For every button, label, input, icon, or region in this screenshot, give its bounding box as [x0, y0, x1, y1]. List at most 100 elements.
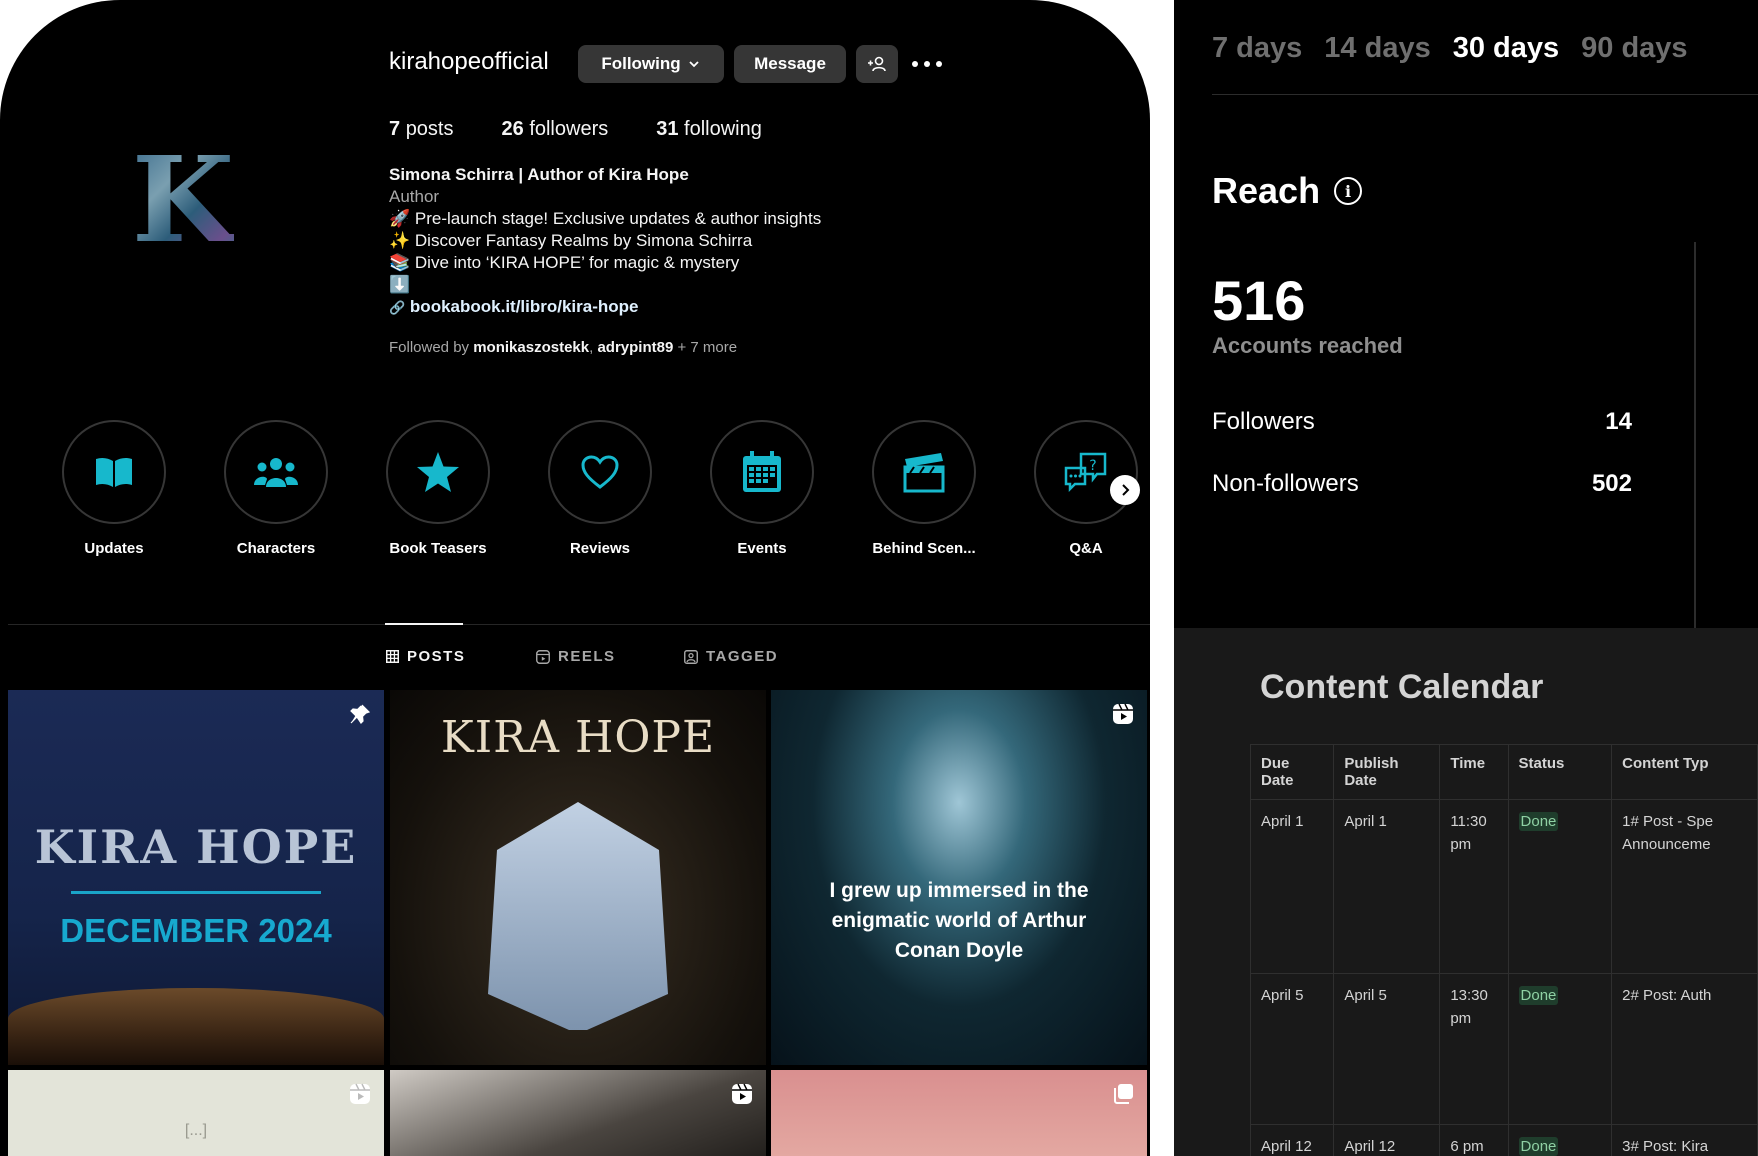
- column-header[interactable]: Due Date: [1249, 744, 1335, 800]
- avatar-letter: K: [131, 130, 235, 269]
- reel-icon: [730, 1082, 754, 1106]
- range-tab-30-days[interactable]: 30 days: [1453, 32, 1559, 65]
- tab-reels[interactable]: REELS: [536, 648, 616, 665]
- highlight-label: Characters: [236, 540, 316, 557]
- metric-non-followers: Non-followers 502: [1212, 470, 1632, 498]
- profile-username: kirahopeofficial: [389, 48, 549, 75]
- post-thumbnail[interactable]: KIRA HOPE DECEMBER 2024: [8, 690, 384, 1065]
- tagged-icon: [684, 649, 698, 664]
- cell-status[interactable]: Done: [1507, 1124, 1613, 1156]
- column-header[interactable]: Status: [1507, 744, 1613, 800]
- insights-divider: [1212, 94, 1758, 95]
- range-tab-7-days[interactable]: 7 days: [1212, 32, 1302, 65]
- accounts-reached-value: 516: [1212, 269, 1306, 332]
- highlight-behind-scenes[interactable]: Behind Scen...: [872, 420, 976, 557]
- reach-heading: Reach i: [1212, 170, 1363, 212]
- suggest-users-button[interactable]: [856, 45, 898, 83]
- highlight-events[interactable]: Events: [710, 420, 814, 557]
- content-calendar-panel: Content Calendar Due Date Publish Date T…: [1174, 628, 1758, 1156]
- post-thumbnail[interactable]: KIRA HOPE: [390, 690, 766, 1065]
- post-thumbnail[interactable]: [390, 1070, 766, 1156]
- following-count[interactable]: 31 following: [656, 118, 762, 141]
- cell-content-type[interactable]: 3# Post: Kira: [1611, 1124, 1758, 1156]
- tabs-divider: [8, 624, 1150, 625]
- cell-time[interactable]: 6 pm: [1439, 1124, 1509, 1156]
- posts-count: 7 posts: [389, 118, 454, 140]
- post-thumbnail[interactable]: [...]: [8, 1070, 384, 1156]
- profile-avatar[interactable]: K: [128, 140, 238, 260]
- tab-posts-label: POSTS: [407, 648, 466, 665]
- cell-content-type[interactable]: 2# Post: Auth: [1611, 973, 1758, 1125]
- svg-text:?: ?: [1089, 458, 1096, 474]
- highlight-label: Book Teasers: [389, 540, 487, 557]
- column-header[interactable]: Content Typ: [1611, 744, 1758, 800]
- cell-time[interactable]: 13:30 pm: [1439, 973, 1509, 1125]
- highlights-next-button[interactable]: [1110, 475, 1140, 505]
- cell-content-type[interactable]: 1# Post - Spe Announceme: [1611, 799, 1758, 974]
- cell-publish-date[interactable]: April 5: [1333, 973, 1441, 1125]
- clapperboard-icon: [903, 453, 945, 493]
- cell-due-date[interactable]: April 1: [1249, 799, 1335, 974]
- tab-tagged[interactable]: TAGGED: [684, 648, 778, 665]
- followed-by-user-2[interactable]: adrypint89: [597, 339, 673, 356]
- cell-status[interactable]: Done: [1507, 973, 1613, 1125]
- column-header[interactable]: Time: [1439, 744, 1509, 800]
- heart-icon: [581, 455, 619, 489]
- range-tab-90-days[interactable]: 90 days: [1581, 32, 1687, 65]
- range-tab-14-days[interactable]: 14 days: [1324, 32, 1430, 65]
- cell-due-date[interactable]: April 12: [1249, 1124, 1335, 1156]
- chevron-right-icon: [1122, 484, 1130, 496]
- highlight-label: Behind Scen...: [872, 540, 976, 557]
- status-badge: Done: [1518, 986, 1559, 1005]
- message-button[interactable]: Message: [734, 45, 846, 83]
- column-header[interactable]: Publish Date: [1333, 744, 1441, 800]
- reels-icon: [536, 649, 550, 664]
- reel-icon: [1111, 702, 1135, 726]
- post-thumbnail[interactable]: I grew up immersed in the enigmatic worl…: [771, 690, 1147, 1065]
- cell-time[interactable]: 11:30 pm: [1439, 799, 1509, 974]
- cell-due-date[interactable]: April 5: [1249, 973, 1335, 1125]
- people-icon: [254, 458, 298, 487]
- content-type-text: Announceme: [1622, 836, 1711, 853]
- followed-by-text[interactable]: Followed by monikaszostekk, adrypint89 +…: [389, 339, 737, 356]
- metric-label: Non-followers: [1212, 470, 1359, 497]
- accounts-reached-label: Accounts reached: [1212, 333, 1403, 358]
- highlight-updates[interactable]: Updates: [62, 420, 166, 557]
- followers-count[interactable]: 26 followers: [502, 118, 609, 141]
- highlight-reviews[interactable]: Reviews: [548, 420, 652, 557]
- carousel-icon: [1111, 1082, 1135, 1106]
- cell-publish-date[interactable]: April 1: [1333, 799, 1441, 974]
- table-row[interactable]: April 12 April 12 6 pm Done 3# Post: Kir…: [1249, 1124, 1758, 1156]
- followed-by-user-1[interactable]: monikaszostekk: [473, 339, 589, 356]
- metric-value: 14: [1605, 408, 1632, 435]
- cell-publish-date[interactable]: April 12: [1333, 1124, 1441, 1156]
- bio-category: Author: [389, 187, 440, 206]
- bio-link[interactable]: bookabook.it/libro/kira-hope: [410, 297, 639, 316]
- post-thumbnail[interactable]: [771, 1070, 1147, 1156]
- table-row[interactable]: April 5 April 5 13:30 pm Done 2# Post: A…: [1249, 973, 1758, 1125]
- profile-bio: Simona Schirra | Author of Kira Hope Aut…: [389, 164, 821, 319]
- book-icon: [96, 457, 132, 487]
- calendar-title: Content Calendar: [1260, 668, 1544, 706]
- highlight-characters[interactable]: Characters: [224, 420, 328, 557]
- post-text: [...]: [184, 1122, 208, 1139]
- link-icon: 🔗: [389, 300, 406, 315]
- bio-line-4: ⬇️: [389, 275, 411, 294]
- reach-title: Reach: [1212, 170, 1321, 211]
- vertical-divider: [1694, 242, 1696, 628]
- cell-status[interactable]: Done: [1507, 799, 1613, 974]
- pin-icon: [348, 702, 372, 726]
- bio-line-3: 📚 Dive into ‘KIRA HOPE’ for magic & myst…: [389, 253, 740, 272]
- tab-tagged-label: TAGGED: [706, 648, 779, 665]
- tab-reels-label: REELS: [558, 648, 616, 665]
- tab-posts[interactable]: POSTS: [386, 648, 465, 665]
- more-options-icon[interactable]: [912, 50, 942, 78]
- highlight-book-teasers[interactable]: Book Teasers: [386, 420, 490, 557]
- bio-link-row[interactable]: 🔗 bookabook.it/libro/kira-hope: [389, 296, 821, 319]
- open-book-image: [488, 802, 668, 1030]
- table-row[interactable]: April 1 April 1 11:30 pm Done 1# Post - …: [1249, 799, 1758, 974]
- following-button[interactable]: Following: [578, 45, 724, 83]
- post-title: KIRA HOPE: [440, 712, 716, 763]
- highlight-label: Q&A: [1069, 540, 1103, 557]
- info-icon[interactable]: i: [1334, 177, 1363, 205]
